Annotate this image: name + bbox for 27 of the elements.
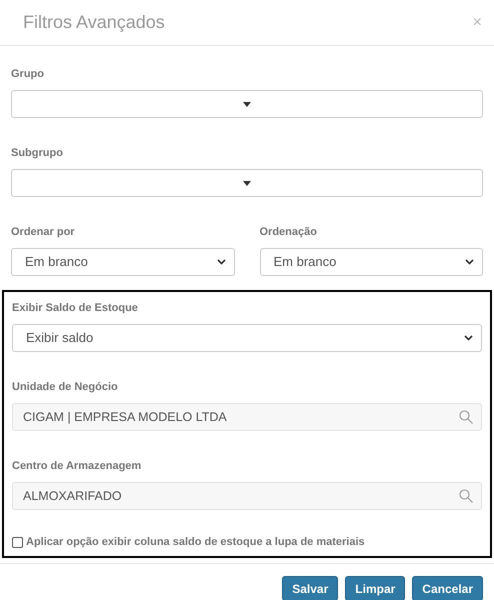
field-label: Ordenação xyxy=(260,225,318,239)
action-button[interactable]: Cancelar xyxy=(412,576,483,600)
lookup-field[interactable]: ALMOXARIFADO xyxy=(12,482,482,510)
action-button[interactable]: Limpar xyxy=(345,576,406,600)
action-button[interactable]: Salvar xyxy=(282,576,338,600)
chevron-down-icon xyxy=(216,259,226,265)
checkbox-option[interactable]: Aplicar opção exibir coluna saldo de estoque a lupa de materiais xyxy=(12,534,482,550)
combo-box[interactable] xyxy=(11,169,483,197)
field-label: Grupo xyxy=(11,67,45,81)
field-label: Centro de Armazenagem xyxy=(12,459,142,473)
combo-box[interactable] xyxy=(11,90,483,118)
field-label: Ordenar por xyxy=(11,225,76,239)
select-field[interactable]: Exibir saldo xyxy=(12,324,482,352)
search-icon xyxy=(459,410,473,424)
dialog-title: Filtros Avançados xyxy=(23,11,165,34)
chevron-down-icon xyxy=(464,335,473,341)
chevron-down-icon xyxy=(465,259,474,265)
caret-icon xyxy=(243,180,251,186)
field-label: Unidade de Negócio xyxy=(12,380,119,394)
search-icon xyxy=(459,489,473,503)
field-label: Subgrupo xyxy=(11,146,64,160)
caret-icon xyxy=(243,102,251,106)
lookup-field[interactable]: CIGAM | EMPRESA MODELO LTDA xyxy=(12,403,482,431)
select-field[interactable]: Em branco xyxy=(11,248,234,276)
field-label: Exibir Saldo de Estoque xyxy=(12,301,139,315)
select-field[interactable]: Em branco xyxy=(260,248,483,276)
checkbox[interactable] xyxy=(12,536,23,548)
